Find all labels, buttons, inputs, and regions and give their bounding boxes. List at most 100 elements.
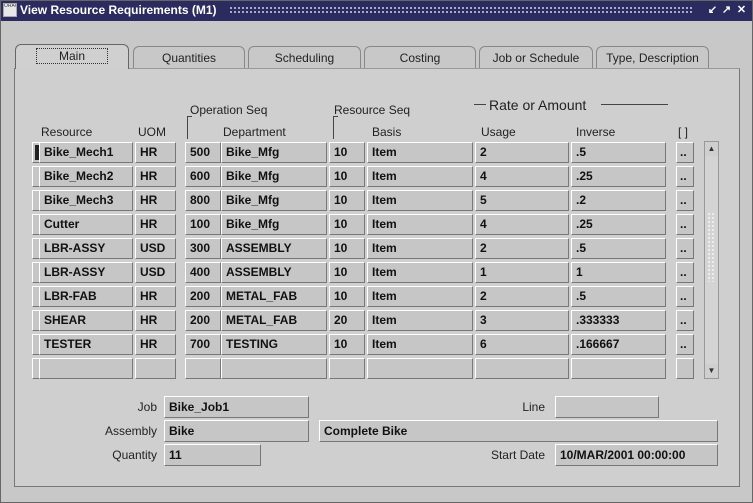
more-button[interactable]: .. [676,214,694,235]
maximize-icon[interactable]: ↗ [720,4,733,17]
tab-job-or-schedule[interactable]: Job or Schedule [479,46,593,68]
department-cell[interactable]: Bike_Mfg [221,214,327,235]
usage-cell[interactable]: 5 [475,190,569,211]
operation-seq-cell[interactable]: 200 [185,310,221,331]
uom-cell[interactable]: HR [135,286,176,307]
resource-cell[interactable]: LBR-ASSY [39,262,133,283]
usage-cell[interactable]: 2 [475,238,569,259]
basis-cell[interactable]: Item [367,238,473,259]
resource-seq-cell[interactable]: 10 [329,190,365,211]
usage-cell[interactable]: 1 [475,262,569,283]
department-cell[interactable]: METAL_FAB [221,310,327,331]
uom-cell[interactable]: HR [135,214,176,235]
more-button[interactable] [676,358,694,379]
resource-seq-cell[interactable]: 10 [329,286,365,307]
operation-seq-cell[interactable]: 300 [185,238,221,259]
resource-cell[interactable]: LBR-FAB [39,286,133,307]
operation-seq-cell[interactable]: 700 [185,334,221,355]
arrow-down-icon[interactable]: ▼ [705,364,718,378]
inverse-cell[interactable]: .2 [571,190,666,211]
basis-cell[interactable]: Item [367,286,473,307]
inverse-cell[interactable]: .166667 [571,334,666,355]
resource-seq-cell[interactable] [329,358,365,379]
usage-cell[interactable]: 4 [475,214,569,235]
uom-cell[interactable]: USD [135,262,176,283]
resource-seq-cell[interactable]: 10 [329,142,365,163]
resource-cell[interactable]: SHEAR [39,310,133,331]
usage-cell[interactable]: 2 [475,286,569,307]
inverse-cell[interactable]: .25 [571,214,666,235]
usage-cell[interactable]: 3 [475,310,569,331]
job-field[interactable]: Bike_Job1 [164,396,309,418]
more-button[interactable]: .. [676,310,694,331]
more-button[interactable]: .. [676,166,694,187]
resource-cell[interactable]: LBR-ASSY [39,238,133,259]
inverse-cell[interactable]: .25 [571,166,666,187]
basis-cell[interactable]: Item [367,262,473,283]
department-cell[interactable]: Bike_Mfg [221,190,327,211]
resource-cell[interactable]: Bike_Mech2 [39,166,133,187]
usage-cell[interactable]: 4 [475,166,569,187]
uom-cell[interactable]: HR [135,166,176,187]
uom-cell[interactable]: HR [135,334,176,355]
uom-cell[interactable]: HR [135,310,176,331]
more-button[interactable]: .. [676,190,694,211]
resource-cell[interactable]: Cutter [39,214,133,235]
more-button[interactable]: .. [676,142,694,163]
department-cell[interactable] [221,358,327,379]
inverse-cell[interactable]: .5 [571,286,666,307]
resource-seq-cell[interactable]: 10 [329,334,365,355]
tab-main[interactable]: Main [15,44,129,69]
table-scrollbar[interactable]: ▲ ▼ [704,141,719,379]
usage-cell[interactable]: 2 [475,142,569,163]
resource-cell[interactable] [39,358,133,379]
resource-cell[interactable]: Bike_Mech3 [39,190,133,211]
quantity-field[interactable]: 11 [164,444,261,466]
uom-cell[interactable]: USD [135,238,176,259]
operation-seq-cell[interactable]: 200 [185,286,221,307]
more-button[interactable]: .. [676,238,694,259]
more-button[interactable]: .. [676,334,694,355]
arrow-up-icon[interactable]: ▲ [705,142,718,156]
department-cell[interactable]: ASSEMBLY [221,238,327,259]
basis-cell[interactable]: Item [367,142,473,163]
tab-quantities[interactable]: Quantities [133,46,245,68]
basis-cell[interactable]: Item [367,310,473,331]
department-cell[interactable]: TESTING [221,334,327,355]
usage-cell[interactable]: 6 [475,334,569,355]
basis-cell[interactable]: Item [367,214,473,235]
operation-seq-cell[interactable]: 400 [185,262,221,283]
inverse-cell[interactable]: 1 [571,262,666,283]
tab-scheduling[interactable]: Scheduling [248,46,361,68]
department-cell[interactable]: Bike_Mfg [221,166,327,187]
more-button[interactable]: .. [676,262,694,283]
resource-seq-cell[interactable]: 10 [329,166,365,187]
uom-cell[interactable] [135,358,176,379]
department-cell[interactable]: Bike_Mfg [221,142,327,163]
inverse-cell[interactable] [571,358,666,379]
title-bar[interactable]: ORACLE View Resource Requirements (M1) ↙… [1,1,752,21]
basis-cell[interactable]: Item [367,166,473,187]
scroll-thumb[interactable] [707,212,716,282]
minimize-icon[interactable]: ↙ [706,4,719,17]
operation-seq-cell[interactable]: 800 [185,190,221,211]
basis-cell[interactable] [367,358,473,379]
operation-seq-cell[interactable]: 600 [185,166,221,187]
department-cell[interactable]: METAL_FAB [221,286,327,307]
operation-seq-cell[interactable]: 100 [185,214,221,235]
assembly-field[interactable]: Bike [164,420,309,442]
basis-cell[interactable]: Item [367,334,473,355]
usage-cell[interactable] [475,358,569,379]
operation-seq-cell[interactable] [185,358,221,379]
close-icon[interactable]: ✕ [735,4,748,17]
inverse-cell[interactable]: .333333 [571,310,666,331]
resource-cell[interactable]: TESTER [39,334,133,355]
tab-type-description[interactable]: Type, Description [596,46,709,68]
uom-cell[interactable]: HR [135,190,176,211]
basis-cell[interactable]: Item [367,190,473,211]
resource-cell[interactable]: Bike_Mech1 [39,142,133,163]
start-date-field[interactable]: 10/MAR/2001 00:00:00 [555,444,718,466]
assembly-description-field[interactable]: Complete Bike [319,420,718,442]
resource-seq-cell[interactable]: 10 [329,214,365,235]
inverse-cell[interactable]: .5 [571,142,666,163]
